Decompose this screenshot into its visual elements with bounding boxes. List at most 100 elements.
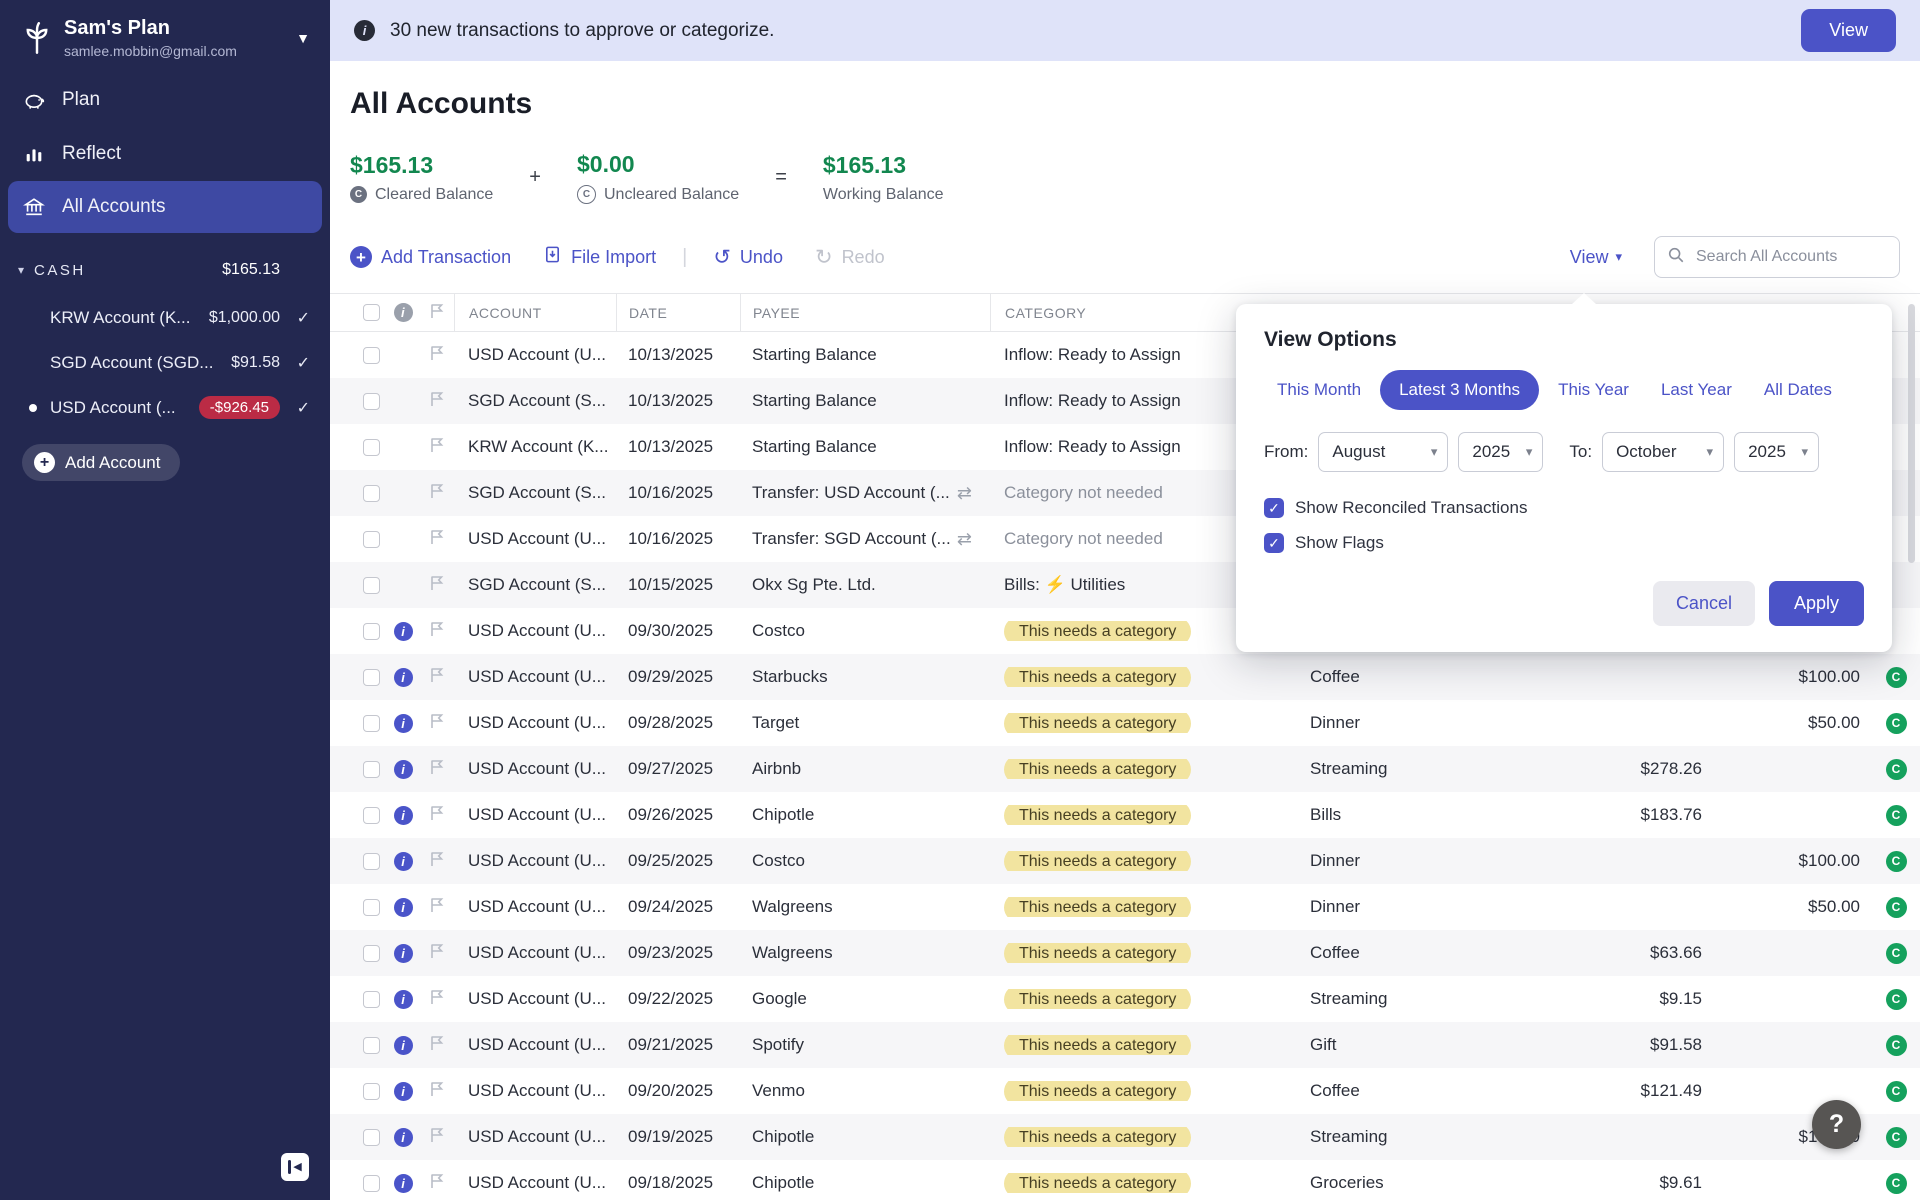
transaction-row[interactable]: i USD Account (U... 09/28/2025 Target Th… (330, 700, 1920, 746)
flag-icon[interactable] (427, 527, 447, 552)
add-transaction-button[interactable]: + Add Transaction (350, 246, 511, 268)
transaction-row[interactable]: i USD Account (U... 09/23/2025 Walgreens… (330, 930, 1920, 976)
needs-category-badge[interactable]: This needs a category (1004, 897, 1191, 917)
search-input[interactable] (1694, 247, 1905, 267)
cleared-icon[interactable]: C (1886, 667, 1907, 688)
row-checkbox[interactable] (363, 761, 380, 778)
apply-button[interactable]: Apply (1769, 581, 1864, 626)
needs-category-badge[interactable]: This needs a category (1004, 989, 1191, 1009)
unapproved-info-icon[interactable]: i (394, 1036, 413, 1055)
row-checkbox[interactable] (363, 991, 380, 1008)
cash-section-toggle[interactable]: ▾ CASH $165.13 (0, 251, 330, 289)
undo-button[interactable]: ↺ Undo (713, 247, 783, 268)
flag-icon[interactable] (427, 941, 447, 966)
needs-category-badge[interactable]: This needs a category (1004, 667, 1191, 687)
transaction-row[interactable]: i USD Account (U... 09/22/2025 Google Th… (330, 976, 1920, 1022)
date-preset-all-dates[interactable]: All Dates (1751, 371, 1845, 409)
cleared-icon[interactable]: C (1886, 805, 1907, 826)
flag-icon[interactable] (427, 711, 447, 736)
transaction-row[interactable]: i USD Account (U... 09/29/2025 Starbucks… (330, 654, 1920, 700)
checkbox-checked-icon[interactable]: ✓ (1264, 533, 1284, 553)
needs-category-badge[interactable]: This needs a category (1004, 1035, 1191, 1055)
transaction-row[interactable]: i USD Account (U... 09/20/2025 Venmo Thi… (330, 1068, 1920, 1114)
redo-button[interactable]: ↻ Redo (815, 247, 885, 268)
flag-icon[interactable] (427, 757, 447, 782)
needs-category-badge[interactable]: This needs a category (1004, 805, 1191, 825)
needs-category-badge[interactable]: This needs a category (1004, 713, 1191, 733)
unapproved-info-icon[interactable]: i (394, 852, 413, 871)
flag-icon[interactable] (427, 987, 447, 1012)
row-checkbox[interactable] (363, 1129, 380, 1146)
date-preset-this-year[interactable]: This Year (1545, 371, 1642, 409)
cancel-button[interactable]: Cancel (1653, 581, 1755, 626)
date-preset-latest-3-months[interactable]: Latest 3 Months (1380, 370, 1539, 410)
row-checkbox[interactable] (363, 623, 380, 640)
row-checkbox[interactable] (363, 1175, 380, 1192)
view-options-button[interactable]: View ▾ (1564, 246, 1628, 269)
needs-category-badge[interactable]: This needs a category (1004, 759, 1191, 779)
banner-view-button[interactable]: View (1801, 9, 1896, 52)
flag-icon[interactable] (427, 895, 447, 920)
unapproved-info-icon[interactable]: i (394, 714, 413, 733)
flag-icon[interactable] (427, 573, 447, 598)
row-checkbox[interactable] (363, 393, 380, 410)
unapproved-info-icon[interactable]: i (394, 1128, 413, 1147)
flag-icon[interactable] (427, 343, 447, 368)
unapproved-info-icon[interactable]: i (394, 944, 413, 963)
view-option-toggle[interactable]: ✓ Show Flags (1264, 533, 1864, 553)
flag-icon[interactable] (427, 665, 447, 690)
unapproved-info-icon[interactable]: i (394, 990, 413, 1009)
unapproved-info-icon[interactable]: i (394, 760, 413, 779)
transaction-row[interactable]: i USD Account (U... 09/25/2025 Costco Th… (330, 838, 1920, 884)
flag-icon[interactable] (427, 1079, 447, 1104)
row-checkbox[interactable] (363, 807, 380, 824)
transaction-row[interactable]: i USD Account (U... 09/18/2025 Chipotle … (330, 1160, 1920, 1200)
unapproved-info-icon[interactable]: i (394, 668, 413, 687)
select-all-checkbox[interactable] (363, 304, 380, 321)
unapproved-info-icon[interactable]: i (394, 898, 413, 917)
sidebar-item-all-accounts[interactable]: All Accounts (8, 181, 322, 233)
transaction-row[interactable]: i USD Account (U... 09/21/2025 Spotify T… (330, 1022, 1920, 1068)
needs-category-badge[interactable]: This needs a category (1004, 943, 1191, 963)
help-button[interactable]: ? (1812, 1100, 1861, 1149)
flag-icon[interactable] (427, 1033, 447, 1058)
cleared-icon[interactable]: C (1886, 943, 1907, 964)
date-preset-this-month[interactable]: This Month (1264, 371, 1374, 409)
cleared-icon[interactable]: C (1886, 1127, 1907, 1148)
flag-icon[interactable] (427, 481, 447, 506)
row-checkbox[interactable] (363, 1083, 380, 1100)
sidebar-account[interactable]: USD Account (... -$926.45 ✓ (0, 385, 330, 430)
cleared-icon[interactable]: C (1886, 713, 1907, 734)
flag-icon[interactable] (427, 849, 447, 874)
to-year-select[interactable]: 2025 ▾ (1734, 432, 1819, 472)
needs-category-badge[interactable]: This needs a category (1004, 1127, 1191, 1147)
scrollbar-thumb[interactable] (1908, 304, 1915, 563)
row-checkbox[interactable] (363, 485, 380, 502)
sidebar-item-plan[interactable]: Plan (0, 73, 330, 127)
needs-category-badge[interactable]: This needs a category (1004, 851, 1191, 871)
flag-icon[interactable] (427, 389, 447, 414)
view-option-toggle[interactable]: ✓ Show Reconciled Transactions (1264, 498, 1864, 518)
unapproved-info-icon[interactable]: i (394, 1174, 413, 1193)
cleared-icon[interactable]: C (1886, 1035, 1907, 1056)
unapproved-info-icon[interactable]: i (394, 806, 413, 825)
row-checkbox[interactable] (363, 945, 380, 962)
unapproved-info-icon[interactable]: i (394, 1082, 413, 1101)
transaction-row[interactable]: i USD Account (U... 09/24/2025 Walgreens… (330, 884, 1920, 930)
from-year-select[interactable]: 2025 ▾ (1458, 432, 1543, 472)
checkbox-checked-icon[interactable]: ✓ (1264, 498, 1284, 518)
transaction-row[interactable]: i USD Account (U... 09/27/2025 Airbnb Th… (330, 746, 1920, 792)
transaction-row[interactable]: i USD Account (U... 09/26/2025 Chipotle … (330, 792, 1920, 838)
flag-icon[interactable] (427, 803, 447, 828)
cleared-icon[interactable]: C (1886, 851, 1907, 872)
file-import-button[interactable]: File Import (543, 245, 656, 269)
transaction-row[interactable]: i USD Account (U... 09/19/2025 Chipotle … (330, 1114, 1920, 1160)
collapse-sidebar-button[interactable]: ◀ (281, 1153, 309, 1181)
needs-category-badge[interactable]: This needs a category (1004, 621, 1191, 641)
row-checkbox[interactable] (363, 439, 380, 456)
row-checkbox[interactable] (363, 669, 380, 686)
cleared-icon[interactable]: C (1886, 759, 1907, 780)
plan-switcher[interactable]: Sam's Plan samlee.mobbin@gmail.com ▼ (0, 0, 330, 65)
row-checkbox[interactable] (363, 577, 380, 594)
row-checkbox[interactable] (363, 347, 380, 364)
